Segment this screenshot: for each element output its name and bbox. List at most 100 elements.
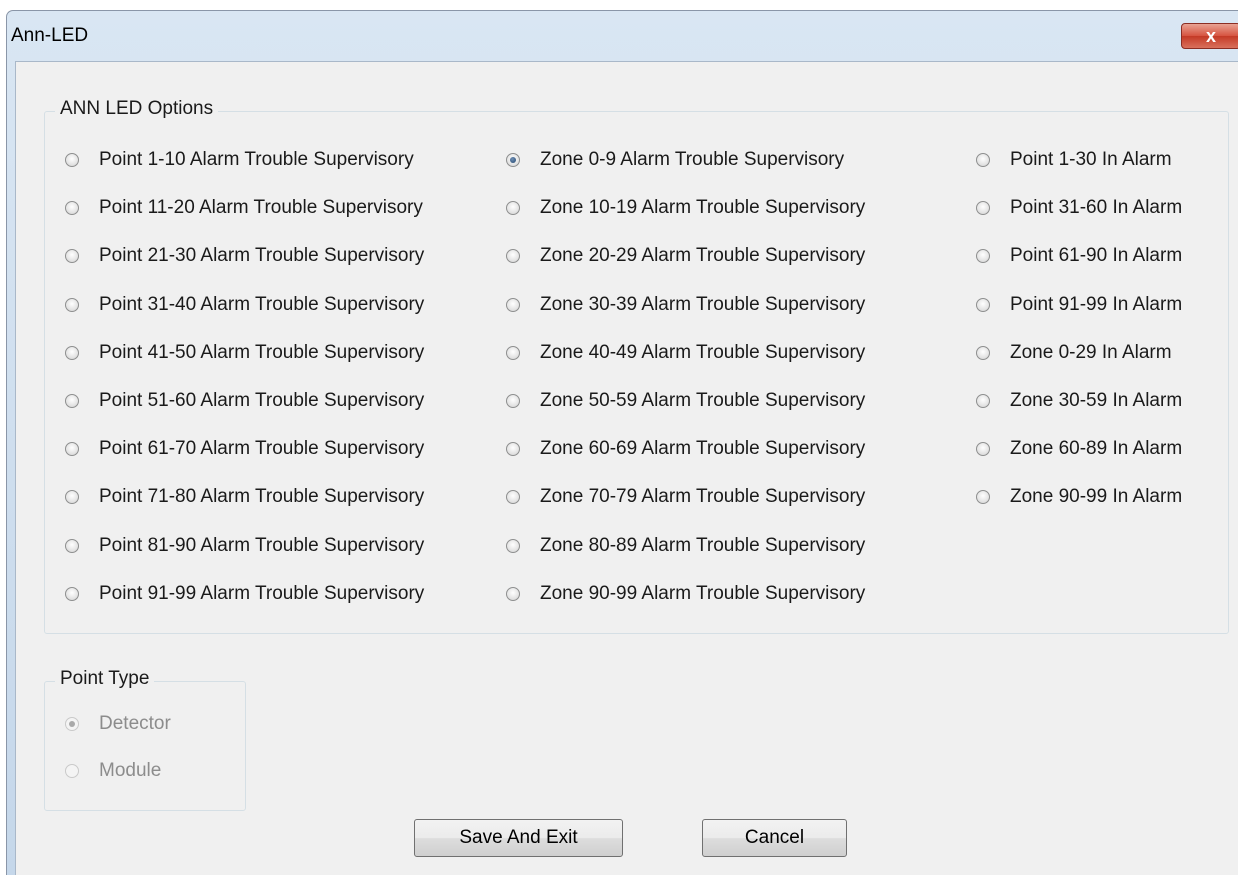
ann-led-option[interactable]: Zone 60-89 In Alarm (976, 436, 1182, 462)
ann-led-option[interactable]: Zone 90-99 In Alarm (976, 484, 1182, 510)
ann-led-option-label: Zone 40-49 Alarm Trouble Supervisory (540, 342, 866, 363)
point-type-option-label: Detector (99, 713, 171, 734)
radio-icon[interactable] (976, 490, 990, 504)
radio-icon[interactable] (976, 153, 990, 167)
radio-icon[interactable] (506, 201, 520, 215)
ann-led-option[interactable]: Point 91-99 In Alarm (976, 292, 1182, 318)
ann-led-option[interactable]: Zone 0-29 In Alarm (976, 340, 1172, 366)
radio-icon[interactable] (506, 346, 520, 360)
radio-icon[interactable] (65, 442, 79, 456)
point-type-option-label: Module (99, 760, 162, 781)
ann-led-option-label: Zone 30-59 In Alarm (1010, 390, 1183, 411)
radio-icon[interactable] (976, 249, 990, 263)
ann-led-option[interactable]: Point 11-20 Alarm Trouble Supervisory (65, 195, 423, 221)
radio-icon[interactable] (506, 539, 520, 553)
ann-led-option-label: Point 51-60 Alarm Trouble Supervisory (99, 390, 425, 411)
ann-led-option[interactable]: Point 61-70 Alarm Trouble Supervisory (65, 436, 424, 462)
point-type-option[interactable]: Detector (65, 711, 171, 737)
ann-led-option-label: Point 21-30 Alarm Trouble Supervisory (99, 245, 425, 266)
ann-led-dialog: Ann-LED x ANN LED Options Point 1-10 Ala… (6, 10, 1238, 875)
radio-icon[interactable] (976, 298, 990, 312)
radio-icon[interactable] (65, 201, 79, 215)
radio-icon[interactable] (65, 764, 79, 778)
title-bar[interactable]: Ann-LED x (7, 11, 1238, 61)
radio-icon[interactable] (976, 346, 990, 360)
ann-led-options-legend: ANN LED Options (55, 98, 219, 120)
radio-icon[interactable] (65, 490, 79, 504)
ann-led-option[interactable]: Zone 20-29 Alarm Trouble Supervisory (506, 243, 865, 269)
ann-led-option-label: Zone 70-79 Alarm Trouble Supervisory (540, 486, 866, 507)
ann-led-option[interactable]: Zone 40-49 Alarm Trouble Supervisory (506, 340, 865, 366)
radio-icon[interactable] (506, 587, 520, 601)
radio-checked-icon[interactable] (65, 717, 79, 731)
radio-icon[interactable] (976, 201, 990, 215)
cancel-button[interactable]: Cancel (702, 819, 847, 857)
radio-icon[interactable] (65, 539, 79, 553)
ann-led-option-label: Point 31-40 Alarm Trouble Supervisory (99, 294, 425, 315)
radio-icon[interactable] (506, 394, 520, 408)
ann-led-option[interactable]: Zone 50-59 Alarm Trouble Supervisory (506, 388, 865, 414)
save-and-exit-button[interactable]: Save And Exit (414, 819, 623, 857)
radio-icon[interactable] (65, 587, 79, 601)
point-type-option[interactable]: Module (65, 758, 161, 784)
ann-led-option[interactable]: Point 91-99 Alarm Trouble Supervisory (65, 581, 424, 607)
ann-led-option-label: Point 61-70 Alarm Trouble Supervisory (99, 438, 425, 459)
window-title: Ann-LED (11, 25, 89, 46)
ann-led-option-label: Point 61-90 In Alarm (1010, 245, 1183, 266)
ann-led-option[interactable]: Zone 90-99 Alarm Trouble Supervisory (506, 581, 865, 607)
ann-led-option[interactable]: Zone 80-89 Alarm Trouble Supervisory (506, 533, 865, 559)
ann-led-option-label: Point 31-60 In Alarm (1010, 197, 1183, 218)
ann-led-option-label: Point 71-80 Alarm Trouble Supervisory (99, 486, 425, 507)
radio-icon[interactable] (506, 490, 520, 504)
radio-icon[interactable] (65, 249, 79, 263)
ann-led-option[interactable]: Point 1-30 In Alarm (976, 147, 1172, 173)
radio-icon[interactable] (65, 298, 79, 312)
point-type-legend: Point Type (55, 668, 155, 690)
radio-icon[interactable] (506, 298, 520, 312)
ann-led-option[interactable]: Point 41-50 Alarm Trouble Supervisory (65, 340, 424, 366)
ann-led-option[interactable]: Point 81-90 Alarm Trouble Supervisory (65, 533, 424, 559)
ann-led-option-label: Point 11-20 Alarm Trouble Supervisory (99, 197, 423, 218)
ann-led-option-label: Point 91-99 Alarm Trouble Supervisory (99, 583, 425, 604)
close-icon: x (1205, 25, 1216, 46)
ann-led-option[interactable]: Zone 30-59 In Alarm (976, 388, 1182, 414)
ann-led-option-label: Point 41-50 Alarm Trouble Supervisory (99, 342, 425, 363)
radio-checked-icon[interactable] (506, 153, 520, 167)
ann-led-option-label: Zone 0-9 Alarm Trouble Supervisory (540, 149, 845, 170)
radio-icon[interactable] (65, 346, 79, 360)
ann-led-option[interactable]: Point 31-40 Alarm Trouble Supervisory (65, 292, 424, 318)
ann-led-option-label: Zone 30-39 Alarm Trouble Supervisory (540, 294, 866, 315)
ann-led-options-group: ANN LED Options Point 1-10 Alarm Trouble… (44, 98, 1229, 634)
ann-led-option[interactable]: Zone 60-69 Alarm Trouble Supervisory (506, 436, 865, 462)
ann-led-option-label: Zone 90-99 In Alarm (1010, 486, 1183, 507)
ann-led-option-label: Point 91-99 In Alarm (1010, 294, 1183, 315)
ann-led-option-label: Point 1-10 Alarm Trouble Supervisory (99, 149, 414, 170)
ann-led-option[interactable]: Zone 30-39 Alarm Trouble Supervisory (506, 292, 865, 318)
ann-led-option-label: Zone 80-89 Alarm Trouble Supervisory (540, 535, 866, 556)
dialog-body: ANN LED Options Point 1-10 Alarm Trouble… (15, 61, 1238, 875)
radio-icon[interactable] (65, 153, 79, 167)
close-button[interactable]: x (1181, 23, 1238, 49)
ann-led-option[interactable]: Zone 0-9 Alarm Trouble Supervisory (506, 147, 844, 173)
ann-led-option[interactable]: Point 31-60 In Alarm (976, 195, 1182, 221)
ann-led-option-label: Point 1-30 In Alarm (1010, 149, 1172, 170)
ann-led-option[interactable]: Point 51-60 Alarm Trouble Supervisory (65, 388, 424, 414)
ann-led-option-label: Zone 50-59 Alarm Trouble Supervisory (540, 390, 866, 411)
ann-led-option[interactable]: Point 1-10 Alarm Trouble Supervisory (65, 147, 414, 173)
ann-led-option-label: Zone 10-19 Alarm Trouble Supervisory (540, 197, 866, 218)
ann-led-option-label: Zone 20-29 Alarm Trouble Supervisory (540, 245, 866, 266)
radio-icon[interactable] (506, 442, 520, 456)
radio-icon[interactable] (506, 249, 520, 263)
ann-led-option[interactable]: Zone 10-19 Alarm Trouble Supervisory (506, 195, 865, 221)
ann-led-option-label: Zone 60-69 Alarm Trouble Supervisory (540, 438, 866, 459)
radio-icon[interactable] (65, 394, 79, 408)
radio-icon[interactable] (976, 442, 990, 456)
ann-led-option-label: Zone 90-99 Alarm Trouble Supervisory (540, 583, 866, 604)
ann-led-option-label: Point 81-90 Alarm Trouble Supervisory (99, 535, 425, 556)
point-type-group: Point Type Detector Module (44, 668, 246, 811)
radio-icon[interactable] (976, 394, 990, 408)
ann-led-option[interactable]: Zone 70-79 Alarm Trouble Supervisory (506, 484, 865, 510)
ann-led-option[interactable]: Point 71-80 Alarm Trouble Supervisory (65, 484, 424, 510)
ann-led-option[interactable]: Point 21-30 Alarm Trouble Supervisory (65, 243, 424, 269)
ann-led-option[interactable]: Point 61-90 In Alarm (976, 243, 1182, 269)
